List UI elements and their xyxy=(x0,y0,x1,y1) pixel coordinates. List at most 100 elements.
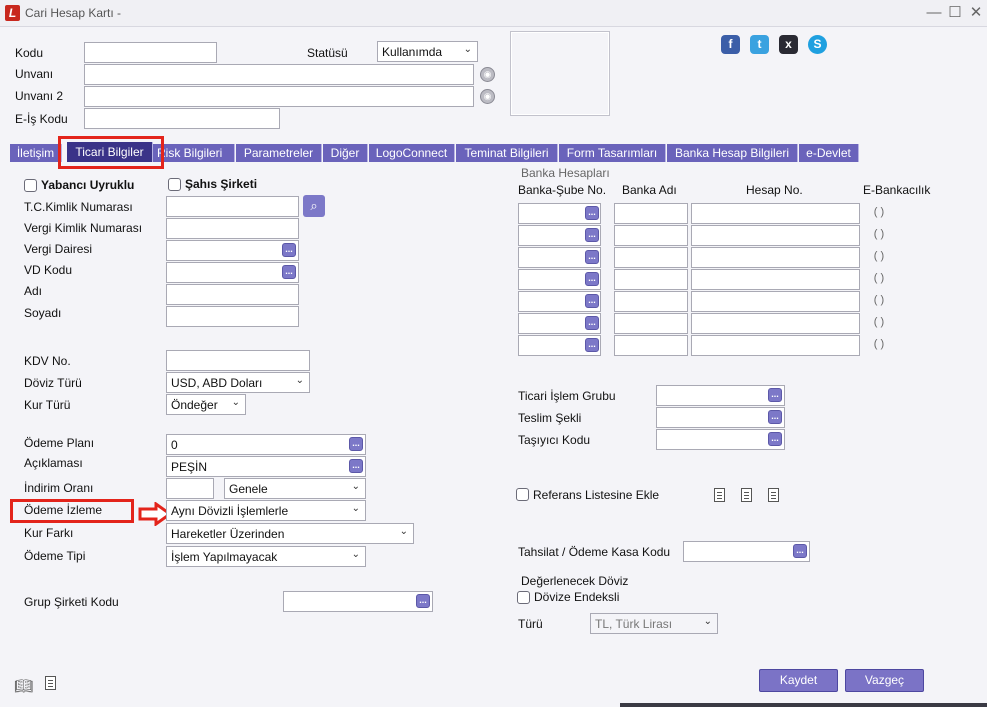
document-icon[interactable] xyxy=(714,488,725,502)
close-button[interactable]: ✕ xyxy=(966,3,986,23)
tab-teminat-bilgileri[interactable]: Teminat Bilgileri xyxy=(456,144,558,162)
title-bar: L Cari Hesap Kartı - — ☐ ✕ xyxy=(0,0,987,27)
ticari-islem-grubu-lookup-button[interactable]: ... xyxy=(768,388,782,402)
kur-farki-select[interactable]: Hareketler Üzerinden ⌄ xyxy=(166,523,414,544)
tc-kimlik-input[interactable] xyxy=(166,196,299,217)
aciklamasi-lookup-button[interactable]: ... xyxy=(349,459,363,473)
yabanci-uyruklu-label: Yabancı Uyruklu xyxy=(41,178,135,192)
e-bankacilik-toggle[interactable]: ( ) xyxy=(872,206,886,218)
twitter-icon[interactable]: t xyxy=(750,35,769,54)
e-bankacilik-toggle[interactable]: ( ) xyxy=(872,294,886,306)
e-bankacilik-toggle[interactable]: ( ) xyxy=(872,250,886,262)
hesap-no-input[interactable] xyxy=(691,247,860,268)
doviz-turu-select[interactable]: USD, ABD Doları ⌄ xyxy=(166,372,310,393)
teslim-sekli-lookup-button[interactable]: ... xyxy=(768,410,782,424)
yabanci-uyruklu-checkbox[interactable] xyxy=(24,179,37,192)
banka-adi-input[interactable] xyxy=(614,291,688,312)
ticari-islem-grubu-input[interactable] xyxy=(656,385,785,406)
vergi-dairesi-input[interactable] xyxy=(166,240,299,261)
maximize-button[interactable]: ☐ xyxy=(945,3,965,23)
vergi-kimlik-input[interactable] xyxy=(166,218,299,239)
tab-e-devlet[interactable]: e-Devlet xyxy=(799,144,859,162)
document-icon[interactable] xyxy=(768,488,779,502)
e-bankacilik-toggle[interactable]: ( ) xyxy=(872,338,886,350)
odeme-plani-input[interactable]: 0 xyxy=(166,434,366,455)
cancel-button[interactable]: Vazgeç xyxy=(845,669,924,692)
tasiyici-kodu-lookup-button[interactable]: ... xyxy=(768,432,782,446)
statusu-label: Statüsü xyxy=(307,46,348,60)
banka-sube-lookup-button[interactable]: ... xyxy=(585,338,599,352)
soyadi-label: Soyadı xyxy=(24,306,62,320)
tc-kimlik-label: T.C.Kimlik Numarası xyxy=(24,200,133,214)
tab-parametreler[interactable]: Parametreler xyxy=(236,144,322,162)
indirim-orani-input[interactable] xyxy=(166,478,214,499)
turu-select[interactable]: TL, Türk Lirası ⌄ xyxy=(590,613,718,634)
banka-adi-input[interactable] xyxy=(614,203,688,224)
hesap-no-input[interactable] xyxy=(691,291,860,312)
tab-iletisim[interactable]: İletişim xyxy=(10,144,62,162)
e-bankacilik-toggle[interactable]: ( ) xyxy=(872,316,886,328)
facebook-icon[interactable]: f xyxy=(721,35,740,54)
banka-adi-input[interactable] xyxy=(614,313,688,334)
skype-icon[interactable]: S xyxy=(808,35,827,54)
banka-sube-lookup-button[interactable]: ... xyxy=(585,228,599,242)
hesap-no-input[interactable] xyxy=(691,269,860,290)
tahsilat-kasa-input[interactable] xyxy=(683,541,810,562)
globe-icon[interactable]: ◉ xyxy=(480,67,495,82)
odeme-tipi-select[interactable]: İşlem Yapılmayacak ⌄ xyxy=(166,546,366,567)
book-icon[interactable]: 📖︎ xyxy=(14,677,33,695)
hesap-no-input[interactable] xyxy=(691,335,860,356)
document-icon[interactable] xyxy=(45,676,56,690)
tab-risk-bilgileri[interactable]: Risk Bilgileri xyxy=(153,144,235,162)
globe-icon[interactable]: ◉ xyxy=(480,89,495,104)
banka-adi-input[interactable] xyxy=(614,335,688,356)
e-bankacilik-toggle[interactable]: ( ) xyxy=(872,272,886,284)
minimize-button[interactable]: — xyxy=(924,3,944,23)
hesap-no-input[interactable] xyxy=(691,203,860,224)
aciklamasi-input[interactable]: PEŞİN xyxy=(166,456,366,477)
banka-sube-lookup-button[interactable]: ... xyxy=(585,250,599,264)
tasiyici-kodu-input[interactable] xyxy=(656,429,785,450)
banka-sube-lookup-button[interactable]: ... xyxy=(585,316,599,330)
banka-sube-lookup-button[interactable]: ... xyxy=(585,206,599,220)
tab-logoconnect[interactable]: LogoConnect xyxy=(369,144,455,162)
indirim-tipi-select[interactable]: Genele ⌄ xyxy=(224,478,366,499)
grup-sirketi-lookup-button[interactable]: ... xyxy=(416,594,430,608)
banka-sube-lookup-button[interactable]: ... xyxy=(585,272,599,286)
hesap-no-input[interactable] xyxy=(691,313,860,334)
tab-form-tasarimlari[interactable]: Form Tasarımları xyxy=(559,144,666,162)
odeme-plani-lookup-button[interactable]: ... xyxy=(349,437,363,451)
document-icon[interactable] xyxy=(741,488,752,502)
kur-turu-select[interactable]: Öndeğer ⌄ xyxy=(166,394,246,415)
id-search-icon[interactable]: ⌕ xyxy=(303,195,325,217)
kodu-input[interactable] xyxy=(84,42,217,63)
image-box[interactable] xyxy=(510,31,610,116)
vergi-dairesi-lookup-button[interactable]: ... xyxy=(282,243,296,257)
hesap-no-input[interactable] xyxy=(691,225,860,246)
statusu-select[interactable]: Kullanımda ⌄ xyxy=(377,41,478,62)
vd-kodu-input[interactable] xyxy=(166,262,299,283)
banka-sube-lookup-button[interactable]: ... xyxy=(585,294,599,308)
banka-adi-input[interactable] xyxy=(614,225,688,246)
teslim-sekli-input[interactable] xyxy=(656,407,785,428)
e-bankacilik-toggle[interactable]: ( ) xyxy=(872,228,886,240)
vd-kodu-lookup-button[interactable]: ... xyxy=(282,265,296,279)
social-app-icon[interactable]: x xyxy=(779,35,798,54)
save-button[interactable]: Kaydet xyxy=(759,669,838,692)
tab-banka-hesap-bilgileri[interactable]: Banka Hesap Bilgileri xyxy=(667,144,798,162)
unvani2-input[interactable] xyxy=(84,86,474,107)
soyadi-input[interactable] xyxy=(166,306,299,327)
grup-sirketi-input[interactable] xyxy=(283,591,433,612)
banka-adi-input[interactable] xyxy=(614,247,688,268)
unvani-input[interactable] xyxy=(84,64,474,85)
sahis-sirketi-checkbox[interactable] xyxy=(168,178,181,191)
odeme-izleme-select[interactable]: Aynı Dövizli İşlemlerle ⌄ xyxy=(166,500,366,521)
banka-adi-input[interactable] xyxy=(614,269,688,290)
tab-diger[interactable]: Diğer xyxy=(323,144,368,162)
tahsilat-kasa-lookup-button[interactable]: ... xyxy=(793,544,807,558)
adi-input[interactable] xyxy=(166,284,299,305)
kdv-no-input[interactable] xyxy=(166,350,310,371)
dovize-endeksli-checkbox[interactable] xyxy=(517,591,530,604)
eis-kodu-input[interactable] xyxy=(84,108,280,129)
referans-listesi-checkbox[interactable] xyxy=(516,488,529,501)
